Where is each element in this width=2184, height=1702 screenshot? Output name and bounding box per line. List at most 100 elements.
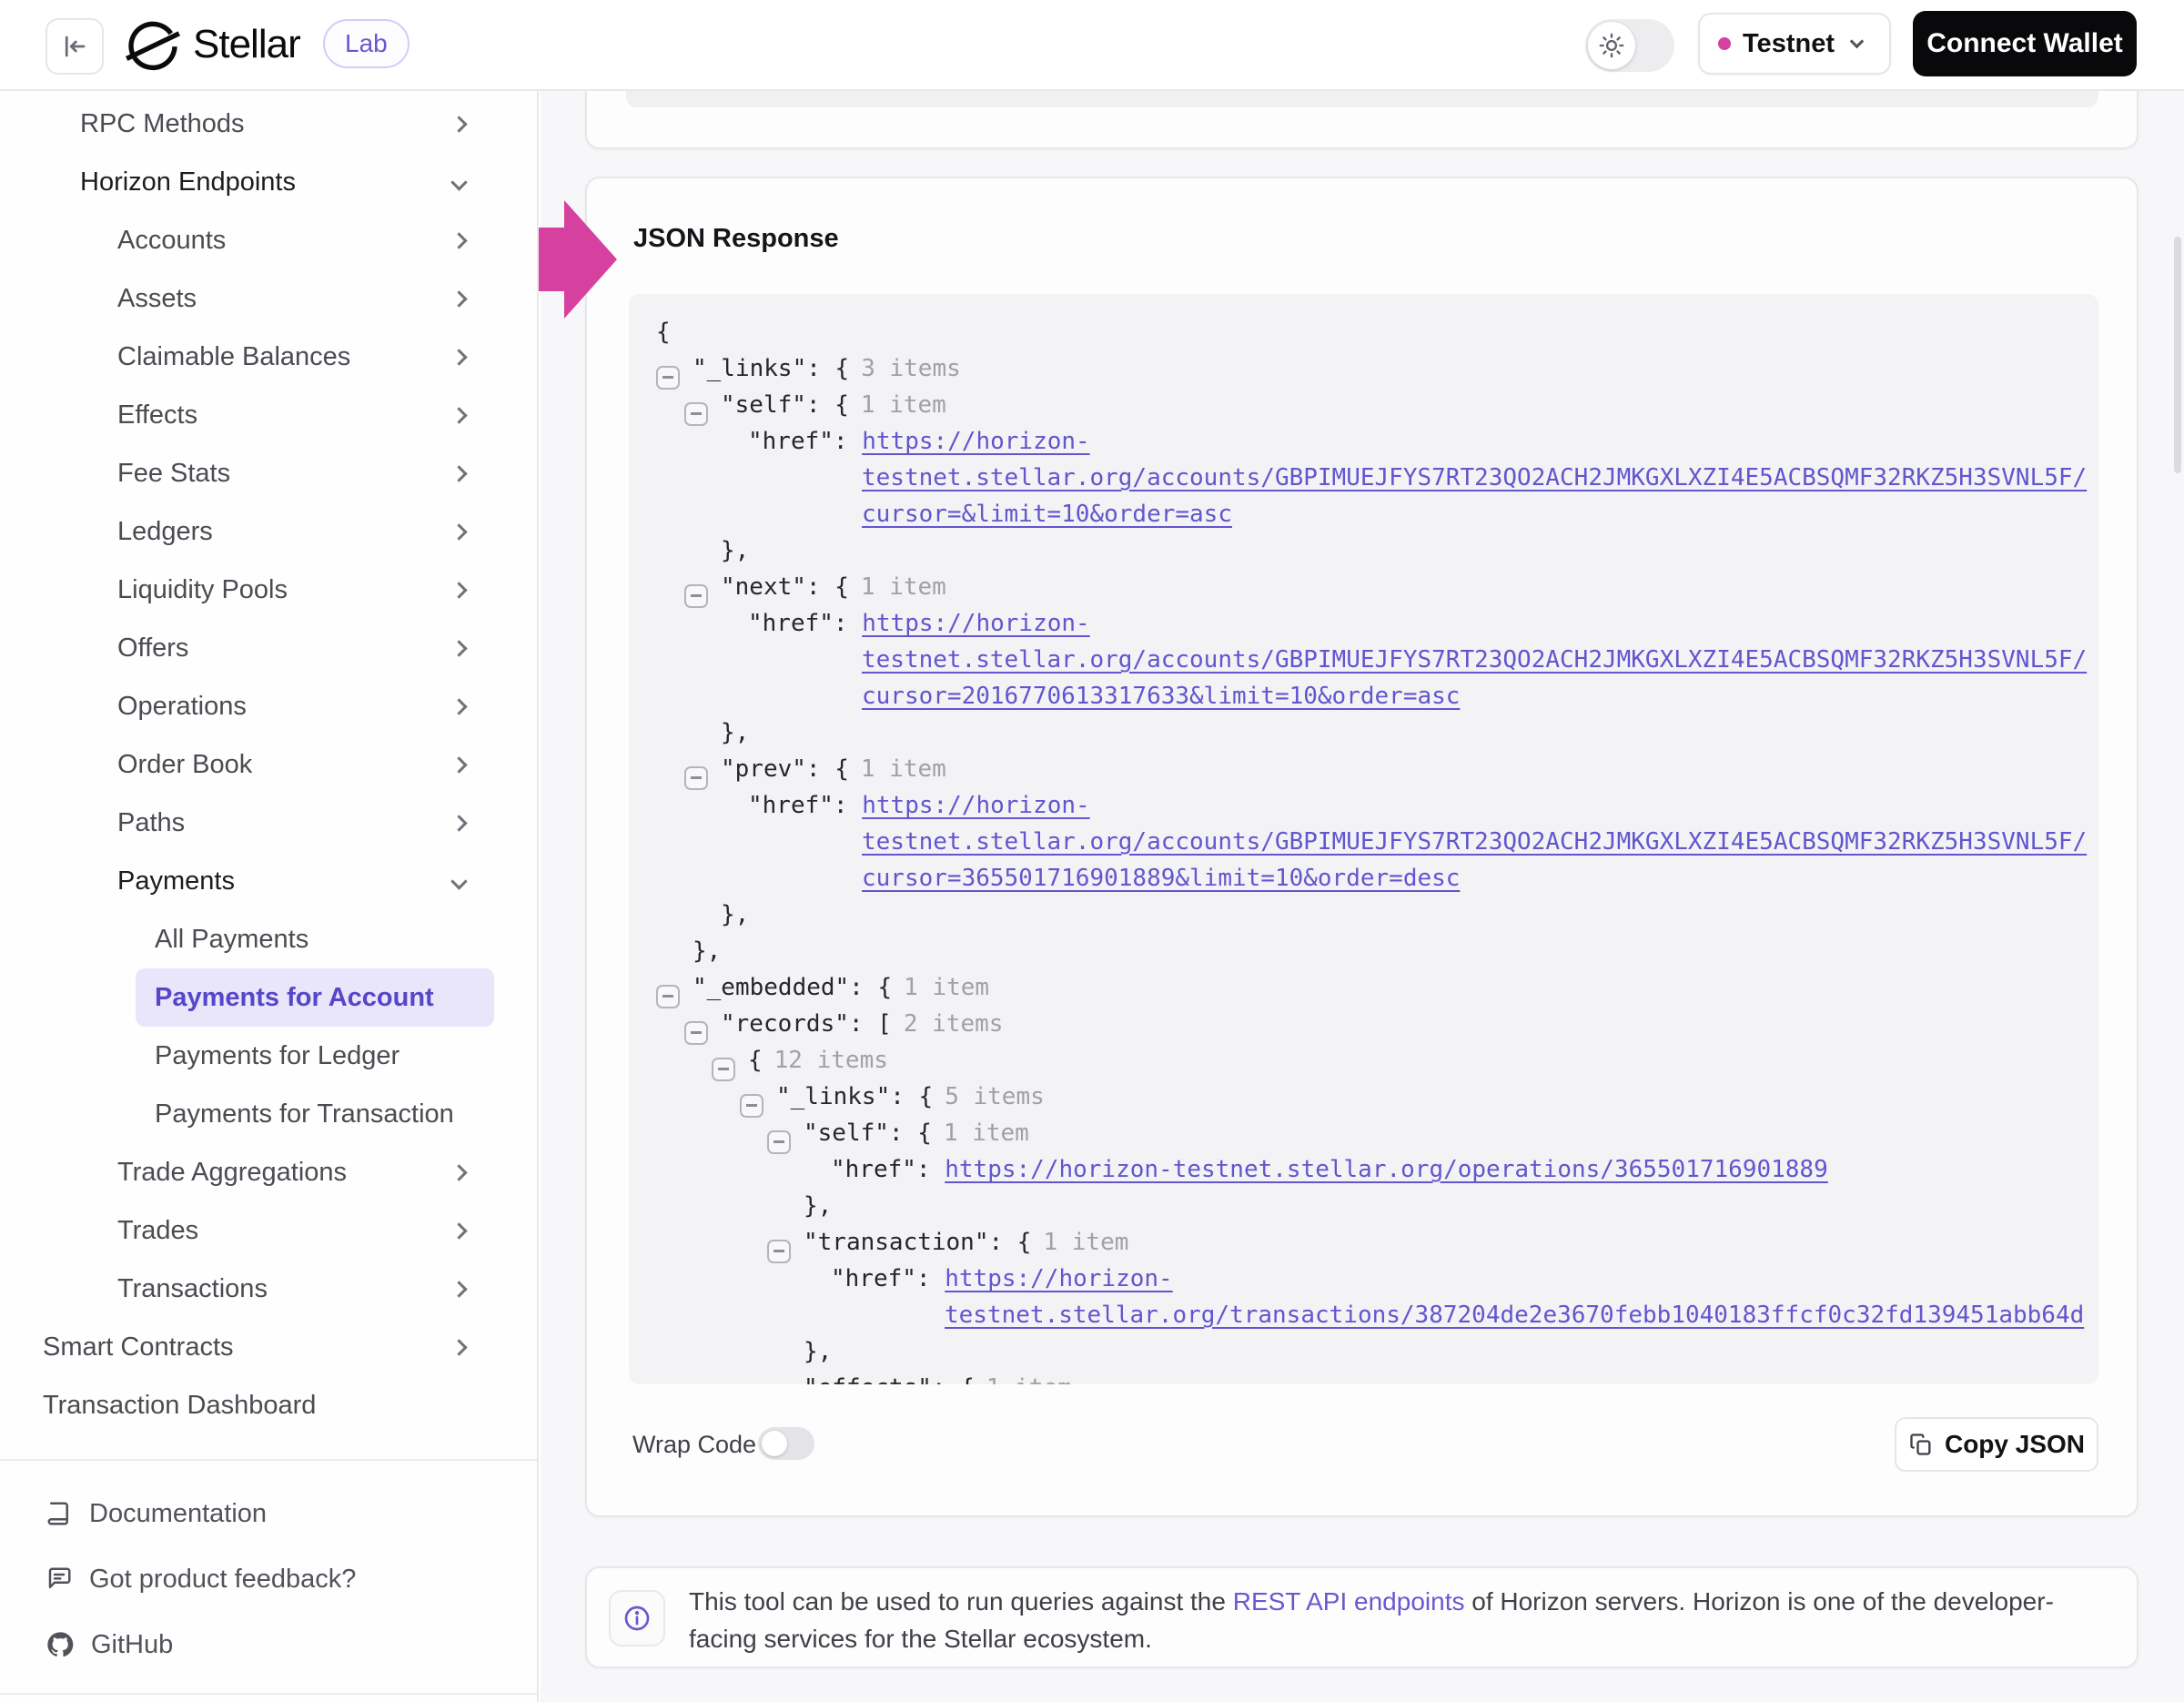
json-text: }, bbox=[804, 1192, 832, 1220]
connect-wallet-button[interactable]: Connect Wallet bbox=[1913, 11, 2137, 76]
sidebar-item-label: Trades bbox=[117, 1216, 198, 1246]
json-code-line: }, bbox=[629, 714, 2098, 751]
json-link[interactable]: https://horizon- bbox=[945, 1265, 1172, 1292]
sidebar-link-documentation[interactable]: Documentation bbox=[46, 1481, 537, 1546]
brand-wordmark[interactable]: Stellar bbox=[193, 22, 300, 67]
json-link[interactable]: testnet.stellar.org/accounts/GBPIMUEJFYS… bbox=[862, 828, 2087, 856]
sidebar-item-label: Order Book bbox=[117, 750, 252, 780]
sidebar-item-label: Payments for Transaction bbox=[155, 1099, 454, 1130]
sidebar-item-ledgers[interactable]: Ledgers bbox=[98, 502, 494, 561]
sidebar-item-order-book[interactable]: Order Book bbox=[98, 735, 494, 794]
sidebar-link-github[interactable]: GitHub bbox=[46, 1612, 537, 1677]
sidebar-item-label: RPC Methods bbox=[80, 109, 245, 139]
network-selector[interactable]: Testnet bbox=[1698, 13, 1891, 75]
previous-code-block-partial bbox=[626, 89, 2098, 107]
sidebar-item-payments-for-ledger[interactable]: Payments for Ledger bbox=[136, 1027, 494, 1085]
app-header: Stellar Lab Testnet Connect Wallet bbox=[0, 0, 2184, 91]
sidebar-item-payments-for-transaction[interactable]: Payments for Transaction bbox=[136, 1085, 494, 1143]
collapse-node-icon[interactable] bbox=[740, 1094, 763, 1118]
json-link[interactable]: https://horizon- bbox=[862, 428, 1089, 455]
json-code-line: "self": {1 item bbox=[629, 387, 2098, 423]
collapse-node-icon[interactable] bbox=[712, 1058, 735, 1081]
info-card: This tool can be used to run queries aga… bbox=[585, 1566, 2138, 1668]
sidebar-item-smart-contracts[interactable]: Smart Contracts bbox=[24, 1318, 494, 1376]
sidebar-item-label: Fee Stats bbox=[117, 459, 230, 489]
json-link[interactable]: cursor=365501716901889&limit=10&order=de… bbox=[862, 865, 1460, 892]
sidebar-item-label: Effects bbox=[117, 400, 197, 431]
sidebar-item-transaction-dashboard[interactable]: Transaction Dashboard bbox=[24, 1376, 494, 1434]
scrollbar-thumb[interactable] bbox=[2174, 237, 2181, 473]
sidebar-item-trades[interactable]: Trades bbox=[98, 1201, 494, 1260]
sun-icon bbox=[1599, 33, 1624, 58]
sidebar-item-horizon-endpoints[interactable]: Horizon Endpoints bbox=[61, 153, 494, 211]
json-link[interactable]: cursor=2016770613317633&limit=10&order=a… bbox=[862, 683, 1460, 710]
sidebar-item-offers[interactable]: Offers bbox=[98, 619, 494, 677]
json-link[interactable]: https://horizon- bbox=[862, 610, 1089, 637]
collapse-node-icon[interactable] bbox=[684, 766, 708, 790]
json-link[interactable]: testnet.stellar.org/accounts/GBPIMUEJFYS… bbox=[862, 646, 2087, 674]
json-text: }, bbox=[721, 719, 749, 746]
network-label: Testnet bbox=[1743, 29, 1835, 59]
chevron-right-icon bbox=[450, 1281, 467, 1297]
sidebar-item-payments-for-account[interactable]: Payments for Account bbox=[136, 968, 494, 1027]
json-code-line: }, bbox=[629, 897, 2098, 933]
sidebar-item-all-payments[interactable]: All Payments bbox=[136, 910, 494, 968]
wrap-code-label: Wrap Code bbox=[632, 1431, 756, 1459]
json-link[interactable]: https://horizon-testnet.stellar.org/oper… bbox=[945, 1156, 1828, 1183]
json-item-count: 12 items bbox=[774, 1047, 888, 1074]
sidebar-item-label: Accounts bbox=[117, 226, 226, 256]
json-code-line: testnet.stellar.org/accounts/GBPIMUEJFYS… bbox=[629, 642, 2098, 678]
sidebar-link-feedback[interactable]: Got product feedback? bbox=[46, 1546, 537, 1612]
sidebar-item-label: Payments bbox=[117, 866, 235, 897]
json-code-line: { bbox=[629, 314, 2098, 350]
json-text: }, bbox=[804, 1338, 832, 1365]
collapse-node-icon[interactable] bbox=[767, 1130, 791, 1154]
sidebar-item-transactions[interactable]: Transactions bbox=[98, 1260, 494, 1318]
sidebar-item-rpc-methods[interactable]: RPC Methods bbox=[61, 95, 494, 153]
theme-toggle[interactable] bbox=[1585, 19, 1674, 72]
json-link[interactable]: cursor=&limit=10&order=asc bbox=[862, 501, 1232, 528]
collapse-node-icon[interactable] bbox=[767, 1240, 791, 1263]
copy-json-button[interactable]: Copy JSON bbox=[1895, 1417, 2098, 1472]
json-code-line: cursor=2016770613317633&limit=10&order=a… bbox=[629, 678, 2098, 714]
sidebar-item-payments[interactable]: Payments bbox=[98, 852, 494, 910]
chevron-right-icon bbox=[450, 582, 467, 598]
sidebar-item-effects[interactable]: Effects bbox=[98, 386, 494, 444]
collapse-node-icon[interactable] bbox=[684, 402, 708, 426]
chevron-right-icon bbox=[450, 1222, 467, 1239]
collapse-node-icon[interactable] bbox=[656, 985, 680, 1008]
sidebar-item-label: Trade Aggregations bbox=[117, 1158, 347, 1188]
info-text: This tool can be used to run queries aga… bbox=[689, 1583, 2058, 1657]
json-text: "_links": { bbox=[776, 1083, 933, 1110]
rest-api-endpoints-link[interactable]: REST API endpoints bbox=[1233, 1587, 1465, 1616]
json-text: "href": bbox=[748, 428, 862, 455]
json-code-block[interactable]: {"_links": {3 items"self": {1 item"href"… bbox=[629, 294, 2098, 1384]
json-text: "effects": { bbox=[804, 1374, 975, 1384]
sidebar-item-trade-aggregations[interactable]: Trade Aggregations bbox=[98, 1143, 494, 1201]
sidebar-item-assets[interactable]: Assets bbox=[98, 269, 494, 328]
json-code-line: "_embedded": {1 item bbox=[629, 969, 2098, 1006]
json-text: "href": bbox=[748, 610, 862, 637]
sidebar-item-liquidity-pools[interactable]: Liquidity Pools bbox=[98, 561, 494, 619]
sidebar-item-accounts[interactable]: Accounts bbox=[98, 211, 494, 269]
collapse-sidebar-button[interactable] bbox=[46, 18, 104, 75]
chevron-down-icon bbox=[1850, 34, 1865, 48]
json-text: "self": { bbox=[721, 391, 849, 419]
sidebar-item-claimable-balances[interactable]: Claimable Balances bbox=[98, 328, 494, 386]
chevron-right-icon bbox=[450, 1339, 467, 1355]
json-code-line: "href": https://horizon- bbox=[629, 423, 2098, 460]
wrap-code-toggle[interactable] bbox=[758, 1427, 814, 1460]
json-code-line: }, bbox=[629, 1188, 2098, 1224]
sidebar-item-paths[interactable]: Paths bbox=[98, 794, 494, 852]
json-item-count: 1 item bbox=[1043, 1229, 1128, 1256]
collapse-node-icon[interactable] bbox=[684, 1021, 708, 1045]
json-text: "next": { bbox=[721, 573, 849, 601]
json-link[interactable]: testnet.stellar.org/transactions/387204d… bbox=[945, 1302, 2084, 1329]
collapse-node-icon[interactable] bbox=[684, 584, 708, 608]
json-link[interactable]: testnet.stellar.org/accounts/GBPIMUEJFYS… bbox=[862, 464, 2087, 491]
collapse-node-icon[interactable] bbox=[656, 366, 680, 390]
json-link[interactable]: https://horizon- bbox=[862, 792, 1089, 819]
sidebar-item-operations[interactable]: Operations bbox=[98, 677, 494, 735]
stellar-logo-icon[interactable] bbox=[126, 18, 180, 77]
sidebar-item-fee-stats[interactable]: Fee Stats bbox=[98, 444, 494, 502]
